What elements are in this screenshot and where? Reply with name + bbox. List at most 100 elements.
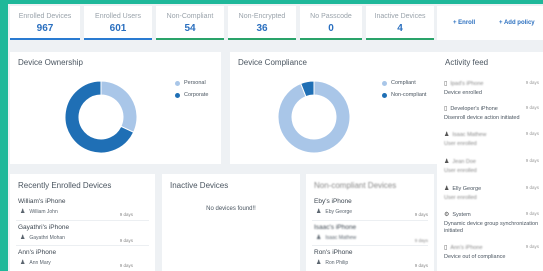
donut-slice-personal[interactable] [100,80,138,133]
stat-value: 54 [184,23,196,34]
stat-value: 36 [256,23,268,34]
activity-item[interactable]: ♟ Elly George 9 days User enrolled [444,185,539,202]
panel-title: Non-compliant Devices [314,181,397,190]
user-icon: ♟ [316,260,322,266]
device-name: Isaac's iPhone [314,224,357,231]
legend-label: Non-compliant [391,92,427,98]
legend-label: Personal [184,80,206,86]
activity-subject: Ipad's iPhone [450,80,484,87]
activity-subject: Ann's iPhone [450,244,483,251]
enrolled-time: 9 days [119,212,133,217]
user-name: Ann Mary [29,259,51,266]
device-name: Ann's iPhone [18,249,57,256]
stat-enrolled-devices[interactable]: Enrolled Devices 967 [10,6,80,40]
enrolled-time: 9 days [414,212,428,217]
user-icon: ♟ [20,209,26,215]
device-name: Ron's iPhone [314,249,353,256]
compliance-donut-chart [277,80,351,154]
panel-title: Inactive Devices [170,181,229,190]
legend-non-compliant: Non-compliant [382,92,426,98]
activity-item[interactable]: ♟ Isaac Mathew 9 days User enrolled [444,131,539,148]
divider [16,220,149,221]
activity-description: Device out of compliance [444,254,506,260]
inactive-devices-panel: Inactive Devices No devices found!! [162,174,300,271]
divider [312,220,428,221]
stat-value: 601 [109,23,127,34]
user-icon: ♟ [444,132,450,138]
stat-inactive-devices[interactable]: Inactive Devices 4 [366,6,434,40]
list-item[interactable]: Eby's iPhone ♟ Eby George 9 days [314,198,428,217]
stat-value: 0 [328,23,334,34]
user-name: Ron Philip [325,259,349,266]
activity-subject: Developer's iPhone [450,105,498,112]
legend-corporate: Corporate [175,92,208,98]
list-item[interactable]: William's iPhone ♟ William John 9 days [18,198,133,217]
phone-icon: ▯ [444,106,448,112]
list-item[interactable]: Isaac's iPhone ♟ Isaac Mathew 9 days [314,224,428,243]
enrolled-time: 9 days [119,238,133,243]
activity-subject: Jean Doe [452,158,476,165]
device-name: Gayathri's iPhone [18,224,70,231]
list-item[interactable]: Ann's iPhone ♟ Ann Mary 9 days [18,249,133,268]
stat-label: Enrolled Users [95,13,141,20]
stat-non-compliant[interactable]: Non-Compliant 54 [156,6,224,40]
legend-swatch [382,92,387,98]
activity-subject: Isaac Mathew [452,131,487,138]
enrolled-time: 9 days [414,263,428,268]
divider [312,245,428,246]
user-name: Eby George [325,208,353,215]
list-item[interactable]: Ron's iPhone ♟ Ron Philip 9 days [314,249,428,268]
activity-subject: Elly George [452,185,482,192]
stat-value: 967 [36,23,54,34]
activity-subject: System [452,211,471,218]
activity-time: 9 days [525,105,539,110]
user-icon: ♟ [444,159,450,165]
device-name: Eby's iPhone [314,198,352,205]
enrolled-time: 9 days [119,263,133,268]
activity-time: 9 days [525,131,539,136]
activity-item[interactable]: ▯ Developer's iPhone 9 days Disenroll dev… [444,105,539,122]
activity-description: Device enrolled [444,90,482,96]
legend-label: Corporate [184,92,209,98]
phone-icon: ▯ [444,81,448,87]
activity-time: 9 days [525,244,539,249]
legend-label: Compliant [391,80,416,86]
user-name: William John [29,208,58,215]
activity-time: 9 days [525,80,539,85]
activity-description: User enrolled [444,195,477,201]
stat-enrolled-users[interactable]: Enrolled Users 601 [84,6,152,40]
list-item[interactable]: Gayathri's iPhone ♟ Gayathri Mohan 9 days [18,224,133,243]
activity-item[interactable]: ♟ Jean Doe 9 days User enrolled [444,158,539,175]
phone-icon: ▯ [444,245,448,251]
stat-label: Non-Compliant [166,13,214,20]
add-policy-button[interactable]: + Add policy [499,20,535,26]
user-icon: ♟ [20,260,26,266]
stat-label: No Passcode [310,13,352,20]
user-icon: ♟ [444,186,450,192]
activity-item[interactable]: ▯ Ann's iPhone 9 days Device out of compl… [444,244,539,261]
stat-no-passcode[interactable]: No Passcode 0 [300,6,362,40]
stat-label: Enrolled Devices [18,13,72,20]
enrolled-time: 9 days [414,238,428,243]
stat-label: Non-Encrypted [238,13,286,20]
device-name: William's iPhone [18,198,66,205]
activity-time: 9 days [525,158,539,163]
activity-item[interactable]: ⚙ System 9 days Dynamic device group sync… [444,211,539,234]
empty-state-message: No devices found!! [206,206,256,212]
ownership-donut-chart [64,80,138,154]
legend-compliant: Compliant [382,80,416,86]
gear-icon: ⚙ [444,212,450,218]
quick-actions: + Enroll + Add policy [437,6,543,40]
user-icon: ♟ [316,209,322,215]
legend-swatch [382,80,387,86]
activity-description: User enrolled [444,168,477,174]
stat-non-encrypted[interactable]: Non-Encrypted 36 [228,6,296,40]
enroll-button[interactable]: + Enroll [453,20,475,26]
user-icon: ♟ [20,235,26,241]
activity-description: Dynamic device group synchronization ini… [444,221,539,234]
activity-item[interactable]: ▯ Ipad's iPhone 9 days Device enrolled [444,80,539,97]
user-name: Isaac Mathew [325,234,357,241]
stat-label: Inactive Devices [374,13,426,20]
device-compliance-panel: Device Compliance Compliant Non-complian… [230,52,438,164]
activity-time: 9 days [525,185,539,190]
